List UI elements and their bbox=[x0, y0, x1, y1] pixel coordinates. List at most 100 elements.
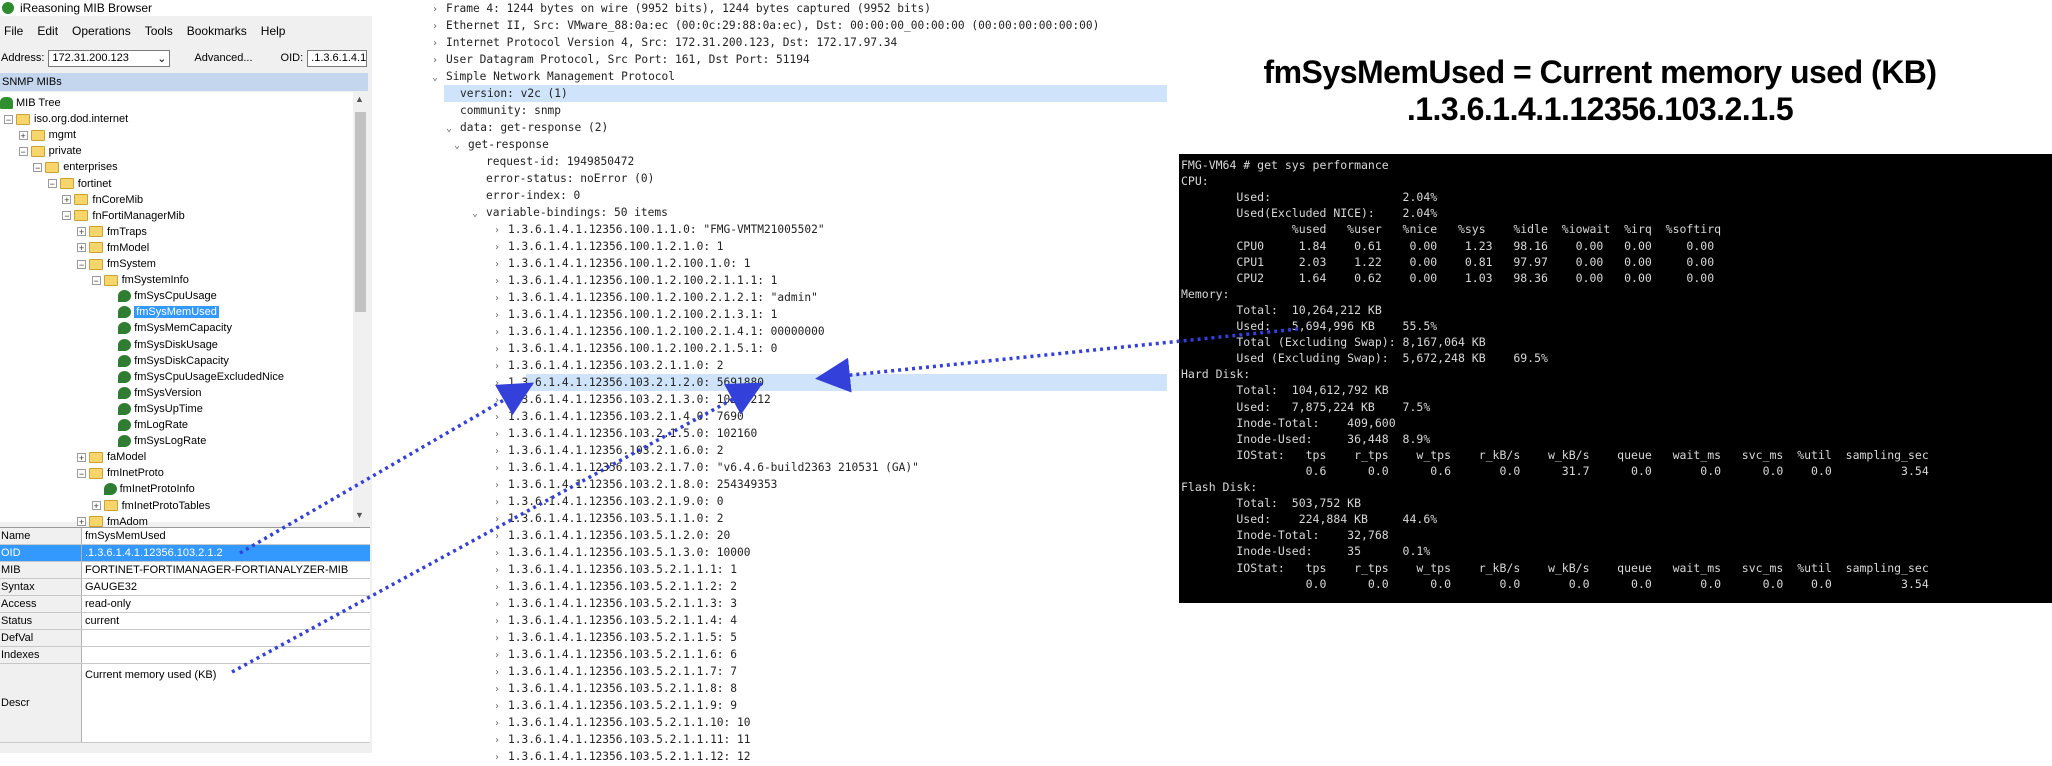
caret-right-icon[interactable]: › bbox=[494, 698, 508, 715]
menu-help[interactable]: Help bbox=[254, 24, 293, 38]
packet-tree-row[interactable]: error-status: noError (0) bbox=[472, 170, 654, 187]
caret-down-icon[interactable]: ⌄ bbox=[454, 137, 468, 154]
tree-node[interactable]: fmSysLogRate bbox=[106, 433, 206, 449]
packet-tree-row[interactable]: › Internet Protocol Version 4, Src: 172.3… bbox=[432, 34, 897, 51]
property-row[interactable]: Descr Current memory used (KB) bbox=[0, 664, 370, 743]
caret-right-icon[interactable]: › bbox=[494, 749, 508, 766]
caret-right-icon[interactable]: › bbox=[432, 52, 446, 69]
caret-right-icon[interactable]: › bbox=[494, 358, 508, 375]
caret-right-icon[interactable]: › bbox=[494, 443, 508, 460]
property-row[interactable]: DefVal bbox=[0, 630, 370, 647]
caret-right-icon[interactable]: › bbox=[494, 528, 508, 545]
caret-right-icon[interactable]: › bbox=[494, 494, 508, 511]
packet-tree-row[interactable]: request-id: 1949850472 bbox=[472, 153, 634, 170]
menu-file[interactable]: File bbox=[0, 24, 30, 38]
packet-tree-row[interactable]: community: snmp bbox=[446, 102, 561, 119]
packet-tree-row[interactable]: ⌄ variable-bindings: 50 items bbox=[472, 204, 668, 221]
tree-node[interactable]: − enterprises bbox=[33, 159, 118, 175]
caret-right-icon[interactable]: › bbox=[494, 664, 508, 681]
tree-node[interactable]: fmSysDiskUsage bbox=[106, 337, 218, 353]
collapse-icon[interactable]: − bbox=[77, 468, 86, 478]
packet-tree-row[interactable]: › 1.3.6.1.4.1.12356.100.1.2.100.2.1.5.1: … bbox=[494, 340, 777, 357]
packet-tree-row[interactable]: › 1.3.6.1.4.1.12356.100.1.1.0: "FMG-VMTM2… bbox=[494, 221, 825, 238]
packet-tree-row[interactable]: › 1.3.6.1.4.1.12356.100.1.2.100.2.1.4.1: … bbox=[494, 323, 825, 340]
tree-node[interactable]: fmSysVersion bbox=[106, 385, 201, 401]
tree-node[interactable]: + fmInetProtoTables bbox=[91, 498, 210, 514]
caret-right-icon[interactable]: › bbox=[494, 239, 508, 256]
caret-right-icon[interactable]: › bbox=[494, 426, 508, 443]
collapse-icon[interactable]: − bbox=[33, 162, 43, 172]
caret-down-icon[interactable]: ⌄ bbox=[432, 69, 446, 86]
collapse-icon[interactable]: − bbox=[77, 259, 86, 269]
packet-tree-row[interactable]: › 1.3.6.1.4.1.12356.103.2.1.2.0: 5691880 bbox=[494, 374, 764, 391]
packet-tree-row[interactable]: › User Datagram Protocol, Src Port: 161, … bbox=[432, 51, 810, 68]
packet-tree-row[interactable]: › 1.3.6.1.4.1.12356.103.5.1.1.0: 2 bbox=[494, 510, 724, 527]
tree-scrollbar[interactable]: ▲ ▼ bbox=[353, 92, 368, 522]
packet-tree-row[interactable]: › 1.3.6.1.4.1.12356.103.5.2.1.1.2: 2 bbox=[494, 578, 737, 595]
caret-right-icon[interactable]: › bbox=[494, 307, 508, 324]
caret-right-icon[interactable]: › bbox=[494, 715, 508, 732]
tree-node[interactable]: fmLogRate bbox=[106, 417, 188, 433]
collapse-icon[interactable]: − bbox=[4, 114, 13, 124]
tree-node[interactable]: − private bbox=[18, 143, 82, 159]
packet-tree-row[interactable]: › 1.3.6.1.4.1.12356.103.2.1.1.0: 2 bbox=[494, 357, 724, 374]
advanced-button[interactable]: Advanced... bbox=[194, 52, 252, 64]
tree-node[interactable]: − fmSystemInfo bbox=[91, 272, 189, 288]
tree-node[interactable]: − fnFortiManagerMib bbox=[62, 208, 185, 224]
caret-right-icon[interactable]: › bbox=[494, 562, 508, 579]
tree-node[interactable]: fmSysCpuUsageExcludedNice bbox=[106, 369, 284, 385]
packet-tree-row[interactable]: › 1.3.6.1.4.1.12356.103.2.1.3.0: 10264212 bbox=[494, 391, 771, 408]
packet-tree-row[interactable]: › 1.3.6.1.4.1.12356.103.5.2.1.1.1: 1 bbox=[494, 561, 737, 578]
packet-tree-row[interactable]: error-index: 0 bbox=[472, 187, 580, 204]
caret-right-icon[interactable]: › bbox=[494, 630, 508, 647]
tree-node[interactable]: fmSysCpuUsage bbox=[106, 288, 217, 304]
expand-icon[interactable]: + bbox=[77, 452, 86, 462]
caret-right-icon[interactable]: › bbox=[494, 613, 508, 630]
tree-node[interactable]: fmSysUpTime bbox=[106, 401, 203, 417]
packet-tree-row[interactable]: › 1.3.6.1.4.1.12356.103.5.2.1.1.7: 7 bbox=[494, 663, 737, 680]
scroll-down-icon[interactable]: ▼ bbox=[355, 510, 364, 520]
packet-tree-row[interactable]: › 1.3.6.1.4.1.12356.103.5.2.1.1.6: 6 bbox=[494, 646, 737, 663]
caret-right-icon[interactable]: › bbox=[494, 273, 508, 290]
caret-right-icon[interactable]: › bbox=[494, 596, 508, 613]
address-combobox[interactable]: 172.31.200.123 ⌄ bbox=[48, 49, 171, 67]
caret-right-icon[interactable]: › bbox=[494, 392, 508, 409]
expand-icon[interactable]: + bbox=[18, 130, 28, 140]
packet-tree-row[interactable]: › 1.3.6.1.4.1.12356.100.1.2.100.2.1.3.1: … bbox=[494, 306, 777, 323]
packet-tree-row[interactable]: › 1.3.6.1.4.1.12356.103.2.1.7.0: "v6.4.6-… bbox=[494, 459, 919, 476]
packet-tree-row[interactable]: › Ethernet II, Src: VMware_88:0a:ec (00:0… bbox=[432, 17, 1099, 34]
packet-tree-row[interactable]: › 1.3.6.1.4.1.12356.100.1.2.100.2.1.1.1: … bbox=[494, 272, 777, 289]
menu-tools[interactable]: Tools bbox=[138, 24, 180, 38]
caret-right-icon[interactable]: › bbox=[494, 460, 508, 477]
tree-node[interactable]: − iso.org.dod.internet bbox=[4, 111, 128, 127]
collapse-icon[interactable]: − bbox=[47, 179, 57, 189]
packet-tree-row[interactable]: › 1.3.6.1.4.1.12356.100.1.2.100.2.1.2.1: … bbox=[494, 289, 818, 306]
scrollbar-thumb[interactable] bbox=[355, 112, 366, 312]
packet-tree-row[interactable]: › 1.3.6.1.4.1.12356.103.5.2.1.1.4: 4 bbox=[494, 612, 737, 629]
packet-tree-row[interactable]: › 1.3.6.1.4.1.12356.103.2.1.9.0: 0 bbox=[494, 493, 724, 510]
tree-node[interactable]: + fmTraps bbox=[77, 224, 147, 240]
caret-right-icon[interactable]: › bbox=[432, 35, 446, 52]
caret-right-icon[interactable]: › bbox=[494, 732, 508, 749]
tree-node[interactable]: + fnCoreMib bbox=[62, 192, 143, 208]
caret-right-icon[interactable]: › bbox=[494, 647, 508, 664]
property-row[interactable]: OID .1.3.6.1.4.1.12356.103.2.1.2 bbox=[0, 545, 370, 562]
collapse-icon[interactable]: − bbox=[91, 275, 101, 285]
property-row[interactable]: Syntax GAUGE32 bbox=[0, 579, 370, 596]
property-row[interactable]: MIB FORTINET-FORTIMANAGER-FORTIANALYZER-M… bbox=[0, 562, 370, 579]
caret-down-icon[interactable]: ⌄ bbox=[472, 205, 486, 222]
expand-icon[interactable]: + bbox=[62, 195, 72, 205]
packet-tree-row[interactable]: ⌄ Simple Network Management Protocol bbox=[432, 68, 675, 85]
tree-node[interactable]: + faModel bbox=[77, 449, 146, 465]
packet-tree-row[interactable]: ⌄ get-response bbox=[454, 136, 549, 153]
property-row[interactable]: Name fmSysMemUsed bbox=[0, 528, 370, 545]
tree-node[interactable]: + mgmt bbox=[18, 127, 76, 143]
packet-tree-row[interactable]: › 1.3.6.1.4.1.12356.100.1.2.100.1.0: 1 bbox=[494, 255, 750, 272]
caret-right-icon[interactable]: › bbox=[494, 341, 508, 358]
property-row[interactable]: Status current bbox=[0, 613, 370, 630]
packet-tree-row[interactable]: › 1.3.6.1.4.1.12356.103.5.2.1.1.10: 10 bbox=[494, 714, 750, 731]
caret-right-icon[interactable]: › bbox=[494, 545, 508, 562]
menu-bookmarks[interactable]: Bookmarks bbox=[180, 24, 254, 38]
tree-node[interactable]: fmSysDiskCapacity bbox=[106, 353, 229, 369]
property-row[interactable]: Access read-only bbox=[0, 596, 370, 613]
